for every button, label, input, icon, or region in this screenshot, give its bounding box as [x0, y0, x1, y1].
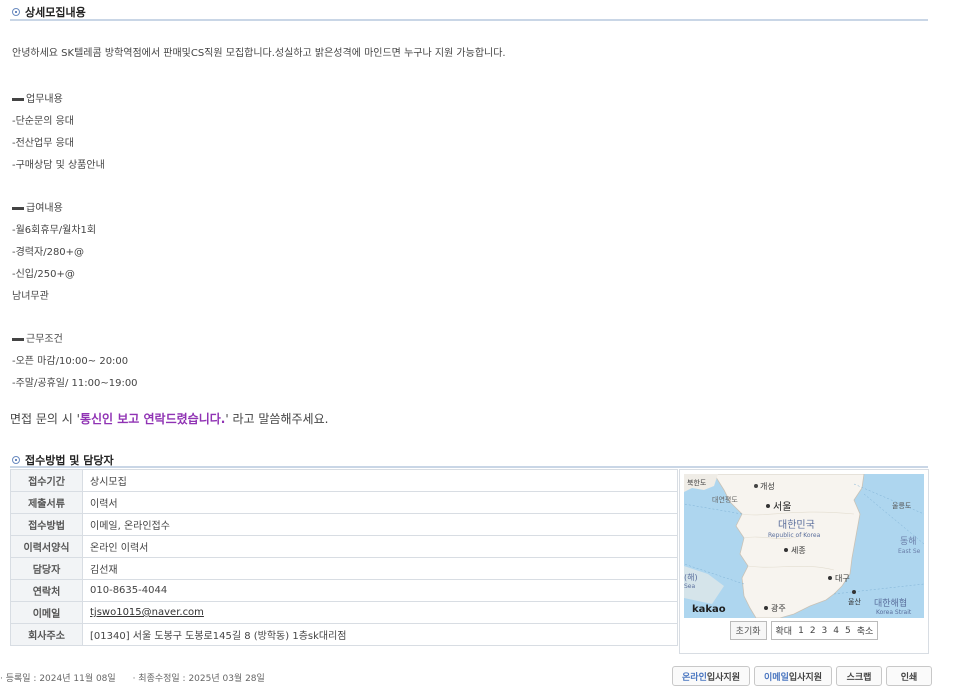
row-label: 이력서양식 — [10, 535, 83, 558]
row-label: 접수기간 — [10, 469, 83, 492]
dash-icon — [12, 206, 24, 210]
svg-text:Republic of Korea: Republic of Korea — [768, 532, 821, 539]
interview-notice: 면접 문의 시 '통신인 보고 연락드렸습니다.' 라고 말씀해주세요. — [10, 412, 329, 426]
svg-text:세종: 세종 — [791, 546, 806, 555]
bullet-icon — [12, 8, 20, 16]
zoom-level-5[interactable]: 5 — [845, 626, 851, 636]
city-marker-icon — [754, 484, 758, 488]
row-label: 연락처 — [10, 579, 83, 602]
map-zoom-control: 확대 1 2 3 4 5 축소 — [770, 621, 879, 640]
svg-text:개성: 개성 — [760, 481, 775, 491]
action-buttons: 온라인 입사지원 이메일 입사지원 스크랩 인쇄 — [672, 666, 932, 686]
section-divider — [10, 466, 928, 468]
row-value: 010-8635-4044 — [82, 579, 678, 602]
list-item: -단순문의 응대 — [12, 116, 74, 127]
section-header-details: 상세모집내용 — [12, 4, 86, 20]
email-link[interactable]: tjswo1015@naver.com — [90, 607, 204, 618]
table-row: 회사주소 [01340] 서울 도봉구 도봉로145길 8 (방학동) 1층sk대… — [10, 623, 678, 646]
city-marker-icon — [828, 576, 832, 580]
svg-text:동해: 동해 — [900, 536, 917, 547]
table-row: 연락처 010-8635-4044 — [10, 579, 678, 602]
list-item: -경력자/280+@ — [12, 247, 85, 258]
svg-text:대구: 대구 — [835, 574, 850, 583]
list-item: -전산업무 응대 — [12, 138, 74, 149]
row-label: 회사주소 — [10, 623, 83, 646]
city-marker-icon — [784, 548, 788, 552]
row-value: 온라인 이력서 — [82, 535, 678, 558]
zoom-in-button[interactable]: 확대 — [776, 624, 793, 637]
row-value: 이력서 — [82, 491, 678, 514]
zoom-level-2[interactable]: 2 — [810, 626, 816, 636]
svg-text:(해): (해) — [684, 572, 698, 582]
city-marker-icon — [852, 590, 856, 594]
registered-date: · 등록일 : 2024년 11월 08일 — [0, 674, 116, 684]
online-apply-button[interactable]: 온라인 입사지원 — [672, 666, 750, 686]
notice-highlight: 통신인 보고 연락드렸습니다. — [79, 412, 226, 426]
svg-text:대한해협: 대한해협 — [874, 597, 907, 609]
list-item: -구매상담 및 상품안내 — [12, 160, 105, 171]
list-item: -주말/공휴일/ 11:00~19:00 — [12, 378, 138, 389]
svg-text:울산: 울산 — [848, 597, 861, 606]
svg-text:Sea: Sea — [684, 583, 696, 590]
table-row: 담당자 김선재 — [10, 557, 678, 580]
table-row: 접수기간 상시모집 — [10, 469, 678, 492]
svg-text:울릉도: 울릉도 — [892, 502, 912, 510]
map-reset-button[interactable]: 초기화 — [729, 621, 767, 640]
email-apply-button[interactable]: 이메일 입사지원 — [754, 666, 832, 686]
list-item: -신입/250+@ — [12, 269, 75, 280]
row-label: 접수방법 — [10, 513, 83, 536]
dash-icon — [12, 97, 24, 101]
row-value: [01340] 서울 도봉구 도봉로145길 8 (방학동) 1층sk대리점 — [82, 623, 678, 646]
modified-date: · 최종수정일 : 2025년 03월 28일 — [132, 674, 265, 684]
row-label: 제출서류 — [10, 491, 83, 514]
zoom-level-4[interactable]: 4 — [833, 626, 839, 636]
row-value: 김선재 — [82, 557, 678, 580]
row-label: 이메일 — [10, 601, 83, 624]
row-value: 상시모집 — [82, 469, 678, 492]
city-marker-icon — [766, 504, 770, 508]
bullet-icon — [12, 456, 20, 464]
svg-text:광주: 광주 — [771, 603, 786, 613]
footer-dates: · 등록일 : 2024년 11월 08일 · 최종수정일 : 2025년 03… — [0, 671, 265, 684]
list-item: 남녀무관 — [12, 291, 49, 302]
row-label: 담당자 — [10, 557, 83, 580]
svg-text:East Se: East Se — [898, 548, 921, 555]
svg-text:대한민국: 대한민국 — [778, 519, 815, 531]
zoom-level-3[interactable]: 3 — [822, 626, 828, 636]
row-value: tjswo1015@naver.com — [82, 601, 678, 624]
location-map-panel: 북한도 개성 대연평도 서울 울릉도 대한민국 Republic of Kore… — [679, 469, 929, 654]
zoom-out-button[interactable]: 축소 — [857, 624, 874, 637]
svg-text:대연평도: 대연평도 — [712, 495, 738, 504]
salary-heading: 급여내용 — [12, 199, 63, 214]
table-row: 이력서양식 온라인 이력서 — [10, 535, 678, 558]
map-label: 북한도 — [687, 479, 707, 487]
location-map[interactable]: 북한도 개성 대연평도 서울 울릉도 대한민국 Republic of Kore… — [684, 474, 924, 618]
svg-text:서울: 서울 — [773, 501, 791, 513]
row-value: 이메일, 온라인접수 — [82, 513, 678, 536]
map-controls: 초기화 확대 1 2 3 4 5 축소 — [680, 621, 928, 640]
section-title: 상세모집내용 — [25, 6, 86, 19]
table-row: 제출서류 이력서 — [10, 491, 678, 514]
table-row: 이메일 tjswo1015@naver.com — [10, 601, 678, 624]
city-marker-icon — [764, 606, 768, 610]
section-divider — [10, 19, 928, 21]
table-row: 접수방법 이메일, 온라인접수 — [10, 513, 678, 536]
intro-text: 안녕하세요 SK텔레콤 방학역점에서 판매및CS직원 모집합니다.성실하고 밝은… — [12, 48, 506, 59]
conditions-heading: 근무조건 — [12, 330, 63, 345]
scrap-button[interactable]: 스크랩 — [836, 666, 882, 686]
list-item: -오픈 마감/10:00~ 20:00 — [12, 356, 129, 367]
application-info-table: 접수기간 상시모집 제출서류 이력서 접수방법 이메일, 온라인접수 이력서양식 온라인… — [10, 469, 678, 646]
zoom-level-1[interactable]: 1 — [798, 626, 804, 636]
duties-heading: 업무내용 — [12, 90, 63, 105]
dash-icon — [12, 337, 24, 341]
list-item: -월6회휴무/월차1회 — [12, 225, 97, 236]
kakao-logo: kakao — [692, 604, 726, 615]
svg-text:Korea Strait: Korea Strait — [876, 609, 912, 616]
print-button[interactable]: 인쇄 — [886, 666, 932, 686]
